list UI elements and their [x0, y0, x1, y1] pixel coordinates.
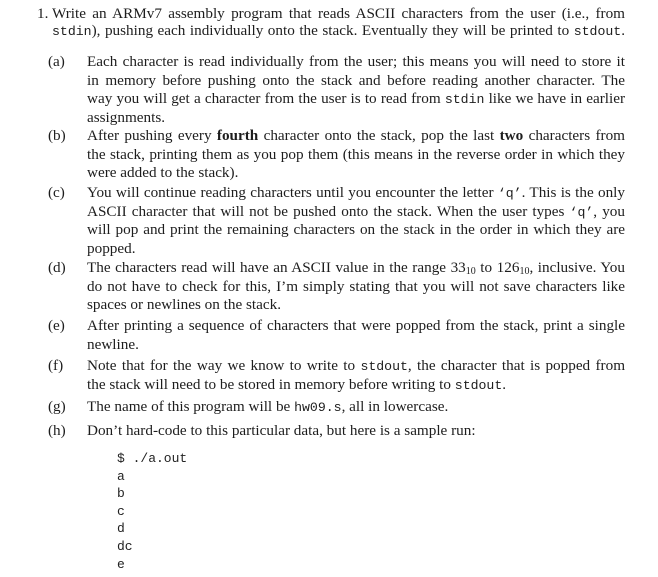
bold-emphasis: two: [499, 127, 524, 144]
sub-item-line: You will continue reading characters unt…: [87, 184, 625, 201]
sub-item-line: The name of this program will be hw09.s,…: [87, 398, 449, 415]
sample-output-line: dc: [117, 539, 133, 554]
sub-item-label: (a): [48, 53, 65, 70]
sample-output-line: d: [117, 521, 125, 537]
inline-code: ‘q’: [497, 186, 522, 201]
subscript-number: 12610: [496, 259, 530, 277]
sub-item-line: After pushing every fourth character ont…: [87, 127, 625, 144]
sub-item-line: the stack, printing them as you pop them…: [87, 145, 625, 163]
inline-code: hw09.s: [294, 400, 342, 415]
inline-code: stdin: [52, 24, 92, 39]
sample-output-line: b: [117, 486, 125, 502]
sub-item-line: popped.: [87, 239, 136, 257]
sub-item-label: (b): [48, 127, 66, 144]
subscript-number: 3310: [450, 259, 476, 277]
intro-line: Write an ARMv7 assembly program that rea…: [52, 5, 625, 22]
bold-emphasis: fourth: [216, 127, 259, 144]
inline-code: stdout: [454, 377, 503, 393]
sub-item-label: (f): [48, 357, 64, 374]
sub-item-line: were added to the stack).: [87, 164, 239, 181]
sub-item-label: (d): [48, 259, 66, 276]
sub-item-label: (g): [48, 398, 66, 415]
intro-line: stdin), pushing each individually onto t…: [52, 22, 625, 39]
sub-item-line: will pop and print the remaining charact…: [87, 221, 625, 238]
command-prompt-line: $ ./a.out: [117, 451, 188, 466]
sub-item-label: (c): [48, 184, 65, 201]
inline-code: stdout: [360, 359, 408, 374]
sub-item-line: spaces or newlines on the stack.: [87, 296, 282, 313]
sub-item-line: Each character is read individually from…: [87, 53, 625, 70]
sample-output-line: e: [117, 556, 125, 572]
sample-output-line: c: [117, 503, 125, 519]
inline-code: stdin: [444, 92, 485, 107]
sub-item-line: Note that for the way we know to write t…: [87, 357, 626, 374]
sub-item-line: do not have to check for this, I’m simpl…: [87, 277, 625, 295]
sub-item-line: Don’t hard-code to this particular data,…: [87, 422, 476, 439]
sub-item-line: newline.: [87, 335, 139, 353]
inline-code: ‘q’: [569, 204, 594, 220]
sub-item-line: assignments.: [87, 108, 166, 126]
question-number: 1.: [37, 5, 49, 22]
sample-output-line: a: [117, 468, 125, 484]
sub-item-label: (e): [48, 317, 65, 334]
inline-code: stdout: [573, 24, 622, 39]
sub-item-line: way you will get a character from the us…: [87, 90, 625, 107]
sub-item-line: in memory before pushing onto the stack …: [87, 71, 625, 89]
sub-item-line: After printing a sequence of characters …: [87, 317, 625, 334]
sub-item-line: the stack will need to be stored in memo…: [87, 375, 507, 393]
sub-item-label: (h): [48, 422, 66, 439]
sub-item-line: The characters read will have an ASCII v…: [87, 259, 625, 277]
sub-item-line: ASCII character that will not be pushed …: [87, 202, 625, 220]
